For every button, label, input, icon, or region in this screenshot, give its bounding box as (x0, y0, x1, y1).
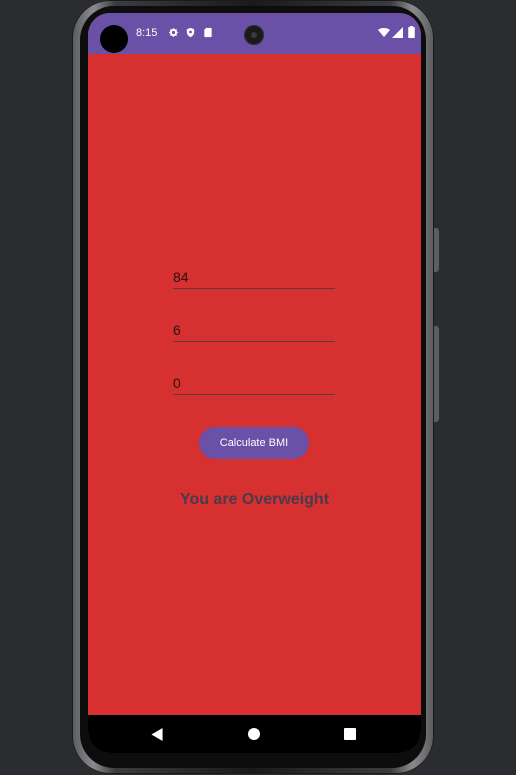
height-feet-input[interactable] (173, 319, 335, 341)
status-bar: 8:15 (88, 13, 421, 54)
gear-icon (167, 26, 179, 38)
weight-input[interactable] (173, 266, 335, 288)
height-feet-field[interactable] (173, 319, 335, 342)
front-camera (244, 25, 264, 45)
height-inches-field[interactable] (173, 372, 335, 395)
calculate-bmi-button[interactable]: Calculate BMI (199, 427, 309, 459)
phone-screen: 8:15 84 6 0 Calculate BMI You are Overwe… (88, 13, 421, 753)
signal-icon (391, 26, 403, 38)
recents-icon[interactable] (341, 725, 359, 743)
battery-icon (405, 26, 417, 38)
navigation-bar (88, 715, 421, 753)
bmi-calculator-view: Calculate BMI You are Overweight (88, 54, 421, 715)
sd-card-icon (202, 26, 214, 38)
shield-icon (184, 26, 196, 38)
status-time: 8:15 (136, 27, 158, 39)
weight-field[interactable] (173, 266, 335, 289)
home-icon[interactable] (245, 725, 263, 743)
bmi-result-text: You are Overweight (179, 491, 330, 508)
status-bar-avatar (100, 25, 128, 53)
power-button (434, 326, 439, 422)
back-icon[interactable] (148, 725, 166, 743)
volume-button (434, 228, 439, 272)
wifi-icon (378, 26, 390, 38)
emulator-stage: 8:15 84 6 0 Calculate BMI You are Overwe… (0, 0, 516, 775)
height-inches-input[interactable] (173, 372, 335, 394)
